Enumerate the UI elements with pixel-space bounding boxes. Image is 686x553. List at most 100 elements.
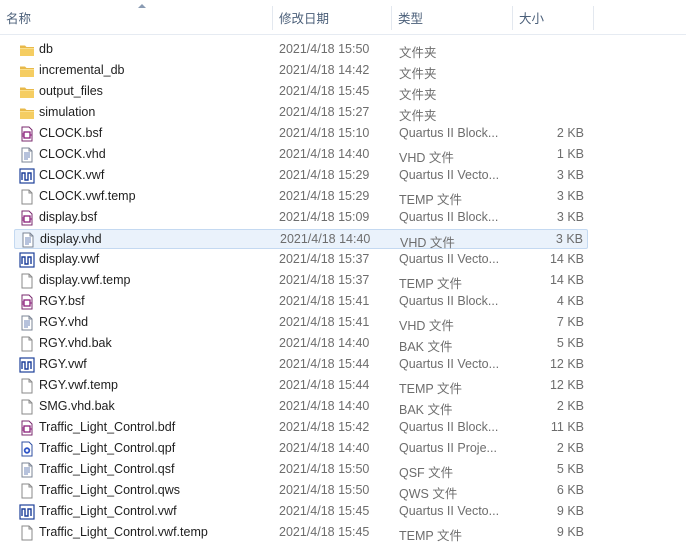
column-header-size[interactable]: 大小 (513, 0, 593, 34)
file-row[interactable]: RGY.vhd 2021/4/18 15:41 VHD 文件 7 KB (14, 313, 588, 333)
file-type: 文件夹 (399, 109, 437, 123)
file-name: db (39, 42, 53, 56)
file-type: VHD 文件 (400, 236, 455, 250)
file-size: 2 KB (556, 399, 584, 413)
column-divider[interactable] (593, 6, 594, 30)
file-row[interactable]: Traffic_Light_Control.qws 2021/4/18 15:50… (14, 481, 588, 501)
file-type: TEMP 文件 (399, 277, 462, 291)
file-size: 2 KB (556, 126, 584, 140)
file-type: QWS 文件 (399, 487, 458, 501)
file-row[interactable]: Traffic_Light_Control.bdf 2021/4/18 15:42… (14, 418, 588, 438)
file-size: 5 KB (556, 462, 584, 476)
file-row[interactable]: CLOCK.vhd 2021/4/18 14:40 VHD 文件 1 KB (14, 145, 588, 165)
column-header-name[interactable]: 名称 (0, 0, 272, 34)
file-modified-date: 2021/4/18 15:10 (279, 126, 370, 140)
file-type: TEMP 文件 (399, 529, 462, 543)
file-name: CLOCK.vhd (39, 147, 106, 161)
file-name: output_files (39, 84, 103, 98)
file-size: 4 KB (556, 294, 584, 308)
file-modified-date: 2021/4/18 15:42 (279, 420, 370, 434)
file-modified-date: 2021/4/18 15:50 (279, 483, 370, 497)
file-modified-date: 2021/4/18 15:45 (279, 504, 370, 518)
file-name: Traffic_Light_Control.qws (39, 483, 181, 497)
file-modified-date: 2021/4/18 15:41 (279, 315, 370, 329)
file-size: 3 KB (555, 232, 583, 246)
file-row[interactable]: SMG.vhd.bak 2021/4/18 14:40 BAK 文件 2 KB (14, 397, 588, 417)
waveform-file-icon (19, 252, 35, 268)
file-icon (19, 483, 35, 499)
file-size: 3 KB (556, 210, 584, 224)
file-type: Quartus II Block... (399, 210, 499, 224)
file-row[interactable]: simulation 2021/4/18 15:27 文件夹 (14, 103, 588, 123)
file-modified-date: 2021/4/18 15:37 (279, 273, 370, 287)
file-size: 11 KB (550, 420, 584, 434)
text-file-icon (19, 315, 35, 331)
file-size: 3 KB (556, 168, 584, 182)
file-row[interactable]: RGY.vhd.bak 2021/4/18 14:40 BAK 文件 5 KB (14, 334, 588, 354)
file-name: display.vhd (40, 232, 102, 246)
file-name: RGY.vwf.temp (39, 378, 118, 392)
file-size: 6 KB (556, 483, 584, 497)
file-size: 12 KB (549, 378, 584, 392)
file-row[interactable]: display.vhd 2021/4/18 14:40 VHD 文件 3 KB (14, 229, 588, 250)
file-modified-date: 2021/4/18 15:27 (279, 105, 370, 119)
file-modified-date: 2021/4/18 15:29 (279, 168, 370, 182)
file-name: incremental_db (39, 63, 125, 77)
file-type: 文件夹 (399, 67, 437, 81)
folder-icon (19, 105, 35, 121)
block-diagram-file-icon (19, 210, 35, 226)
block-diagram-file-icon (19, 420, 35, 436)
file-icon (19, 378, 35, 394)
file-size: 5 KB (556, 336, 584, 350)
file-icon (19, 336, 35, 352)
file-name: simulation (39, 105, 96, 119)
file-icon (19, 273, 35, 289)
file-name: Traffic_Light_Control.bdf (39, 420, 176, 434)
folder-icon (19, 42, 35, 58)
file-type: VHD 文件 (399, 319, 454, 333)
file-row[interactable]: Traffic_Light_Control.qpf 2021/4/18 14:40… (14, 439, 588, 459)
file-name: RGY.vhd.bak (39, 336, 112, 350)
file-size: 7 KB (556, 315, 584, 329)
waveform-file-icon (19, 168, 35, 184)
file-name: CLOCK.vwf (39, 168, 105, 182)
file-name: Traffic_Light_Control.vwf (39, 504, 177, 518)
file-modified-date: 2021/4/18 15:44 (279, 378, 370, 392)
file-row[interactable]: RGY.vwf.temp 2021/4/18 15:44 TEMP 文件 12 KB (14, 376, 588, 396)
column-header-type[interactable]: 类型 (392, 0, 512, 34)
file-name: CLOCK.vwf.temp (39, 189, 136, 203)
file-row[interactable]: RGY.bsf 2021/4/18 15:41 Quartus II Block..… (14, 292, 588, 312)
file-type: BAK 文件 (399, 340, 453, 354)
file-name: RGY.vhd (39, 315, 89, 329)
file-name: Traffic_Light_Control.qsf (39, 462, 175, 476)
column-header-bar: 名称 修改日期 类型 大小 (0, 0, 686, 35)
file-row[interactable]: CLOCK.vwf.temp 2021/4/18 15:29 TEMP 文件 3 KB (14, 187, 588, 207)
file-modified-date: 2021/4/18 14:40 (279, 336, 370, 350)
text-file-icon (19, 462, 35, 478)
file-type: TEMP 文件 (399, 193, 462, 207)
file-row[interactable]: CLOCK.vwf 2021/4/18 15:29 Quartus II Vecto… (14, 166, 588, 186)
file-row[interactable]: Traffic_Light_Control.vwf 2021/4/18 15:45… (14, 502, 588, 522)
file-row[interactable]: db 2021/4/18 15:50 文件夹 (14, 40, 588, 60)
file-type: Quartus II Vecto... (399, 504, 500, 518)
file-type: Quartus II Block... (399, 126, 499, 140)
file-modified-date: 2021/4/18 15:41 (279, 294, 370, 308)
file-row[interactable]: display.vwf 2021/4/18 15:37 Quartus II Vec… (14, 250, 588, 270)
waveform-file-icon (19, 504, 35, 520)
file-size: 12 KB (549, 357, 584, 371)
file-row[interactable]: CLOCK.bsf 2021/4/18 15:10 Quartus II Block… (14, 124, 588, 144)
file-row[interactable]: incremental_db 2021/4/18 14:42 文件夹 (14, 61, 588, 81)
file-row[interactable]: Traffic_Light_Control.qsf 2021/4/18 15:50… (14, 460, 588, 480)
file-modified-date: 2021/4/18 15:45 (279, 84, 370, 98)
file-modified-date: 2021/4/18 14:40 (279, 441, 370, 455)
file-row[interactable]: Traffic_Light_Control.vwf.temp 2021/4/18 … (14, 523, 588, 543)
text-file-icon (19, 147, 35, 163)
file-row[interactable]: display.vwf.temp 2021/4/18 15:37 TEMP 文件 14… (14, 271, 588, 291)
file-row[interactable]: RGY.vwf 2021/4/18 15:44 Quartus II Vecto..… (14, 355, 588, 375)
file-row[interactable]: output_files 2021/4/18 15:45 文件夹 (14, 82, 588, 102)
file-row[interactable]: display.bsf 2021/4/18 15:09 Quartus II Blo… (14, 208, 588, 228)
column-header-date[interactable]: 修改日期 (273, 0, 391, 34)
quartus-project-icon (19, 441, 35, 457)
file-size: 14 KB (549, 252, 584, 266)
file-name: RGY.vwf (39, 357, 87, 371)
